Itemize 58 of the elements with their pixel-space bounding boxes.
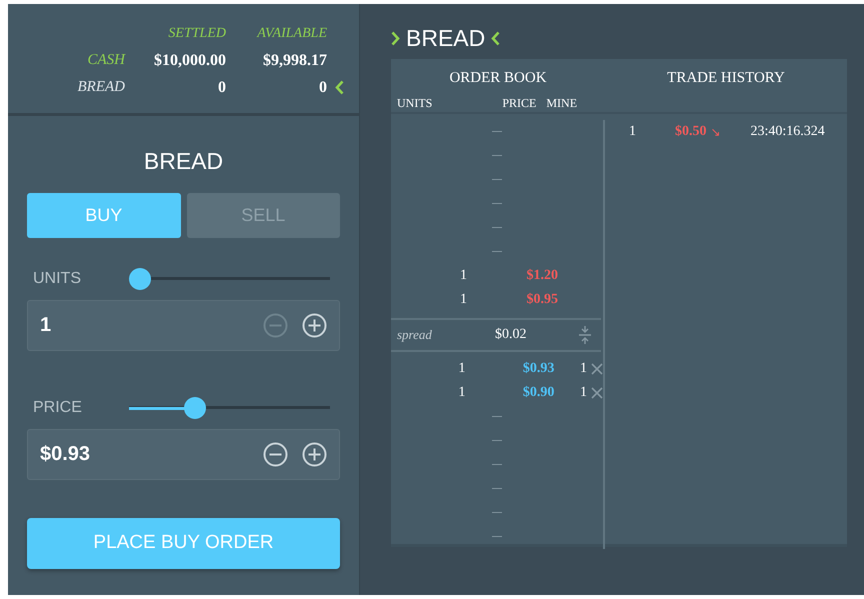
- place-order-button[interactable]: PLACE BUY ORDER: [27, 518, 340, 568]
- empty-level-mark: [492, 440, 502, 441]
- empty-level-mark: [492, 251, 502, 252]
- column-header: UNITS: [397, 94, 432, 112]
- field-label: UNITS: [32, 268, 82, 288]
- column-header: PRICE: [502, 94, 536, 112]
- field-label: PRICE: [32, 398, 83, 418]
- balance-value: $10,000.00: [153, 50, 226, 70]
- units-cell-text: 1: [629, 123, 637, 141]
- empty-level-mark: [492, 464, 502, 465]
- mine-cell-text: 1: [579, 360, 588, 378]
- empty-level-mark: [492, 131, 502, 132]
- collapse-icon[interactable]: [579, 326, 591, 344]
- units-cell-text: 1: [459, 267, 467, 285]
- empty-level-mark: [492, 179, 502, 180]
- empty-level-mark: [492, 203, 502, 204]
- right-chevron-icon[interactable]: [391, 30, 400, 46]
- units-cell-text: 1: [459, 291, 467, 309]
- balance-value: 0: [217, 78, 226, 98]
- form-title: BREAD: [142, 147, 224, 176]
- balance-value: 0: [318, 78, 327, 98]
- units-cell-text: 1: [457, 384, 466, 402]
- price-cell-text: $0.50: [675, 123, 706, 141]
- cancel-icon[interactable]: [591, 362, 604, 374]
- balance-label: CASH: [86, 51, 125, 70]
- increment-icon[interactable]: [302, 312, 327, 338]
- empty-level-mark: [492, 512, 502, 513]
- cancel-icon[interactable]: [591, 386, 604, 398]
- price-cell-text: $1.20: [526, 267, 558, 285]
- empty-level-mark: [492, 536, 502, 537]
- empty-level-mark: [492, 155, 502, 156]
- price-cell-text: $0.95: [526, 291, 558, 309]
- column-header: AVAILABLE: [256, 25, 327, 43]
- balance-value: $9,998.17: [262, 50, 327, 70]
- empty-level-mark: [492, 488, 502, 489]
- column-header: SETTLED: [167, 25, 226, 43]
- trend-arrow: ↘: [710, 124, 722, 140]
- price-cell-text: $0.93: [522, 360, 554, 378]
- panel-title: TRADE HISTORY: [666, 69, 786, 88]
- slider-thumb[interactable]: [129, 268, 151, 290]
- panel-title: ORDER BOOK: [448, 69, 548, 88]
- units-cell-text: 1: [457, 360, 466, 378]
- empty-level-mark: [492, 227, 502, 228]
- time-cell-text: 23:40:16.324: [750, 123, 825, 141]
- balance-label: BREAD: [76, 78, 125, 98]
- price-cell-text: $0.90: [522, 384, 554, 402]
- number-field[interactable]: 1: [27, 300, 340, 350]
- side-tab[interactable]: BUY: [27, 192, 180, 238]
- column-header: MINE: [546, 94, 578, 112]
- left-chevron-icon[interactable]: [491, 30, 500, 46]
- spread-value: $0.02: [495, 326, 528, 344]
- slider-thumb[interactable]: [184, 396, 206, 418]
- mine-cell-text: 1: [579, 384, 588, 402]
- spread-label: spread: [397, 326, 433, 344]
- number-field[interactable]: $0.93: [27, 428, 340, 480]
- empty-level-mark: [492, 416, 502, 417]
- market-title: BREAD: [406, 24, 486, 53]
- increment-icon[interactable]: [302, 442, 327, 466]
